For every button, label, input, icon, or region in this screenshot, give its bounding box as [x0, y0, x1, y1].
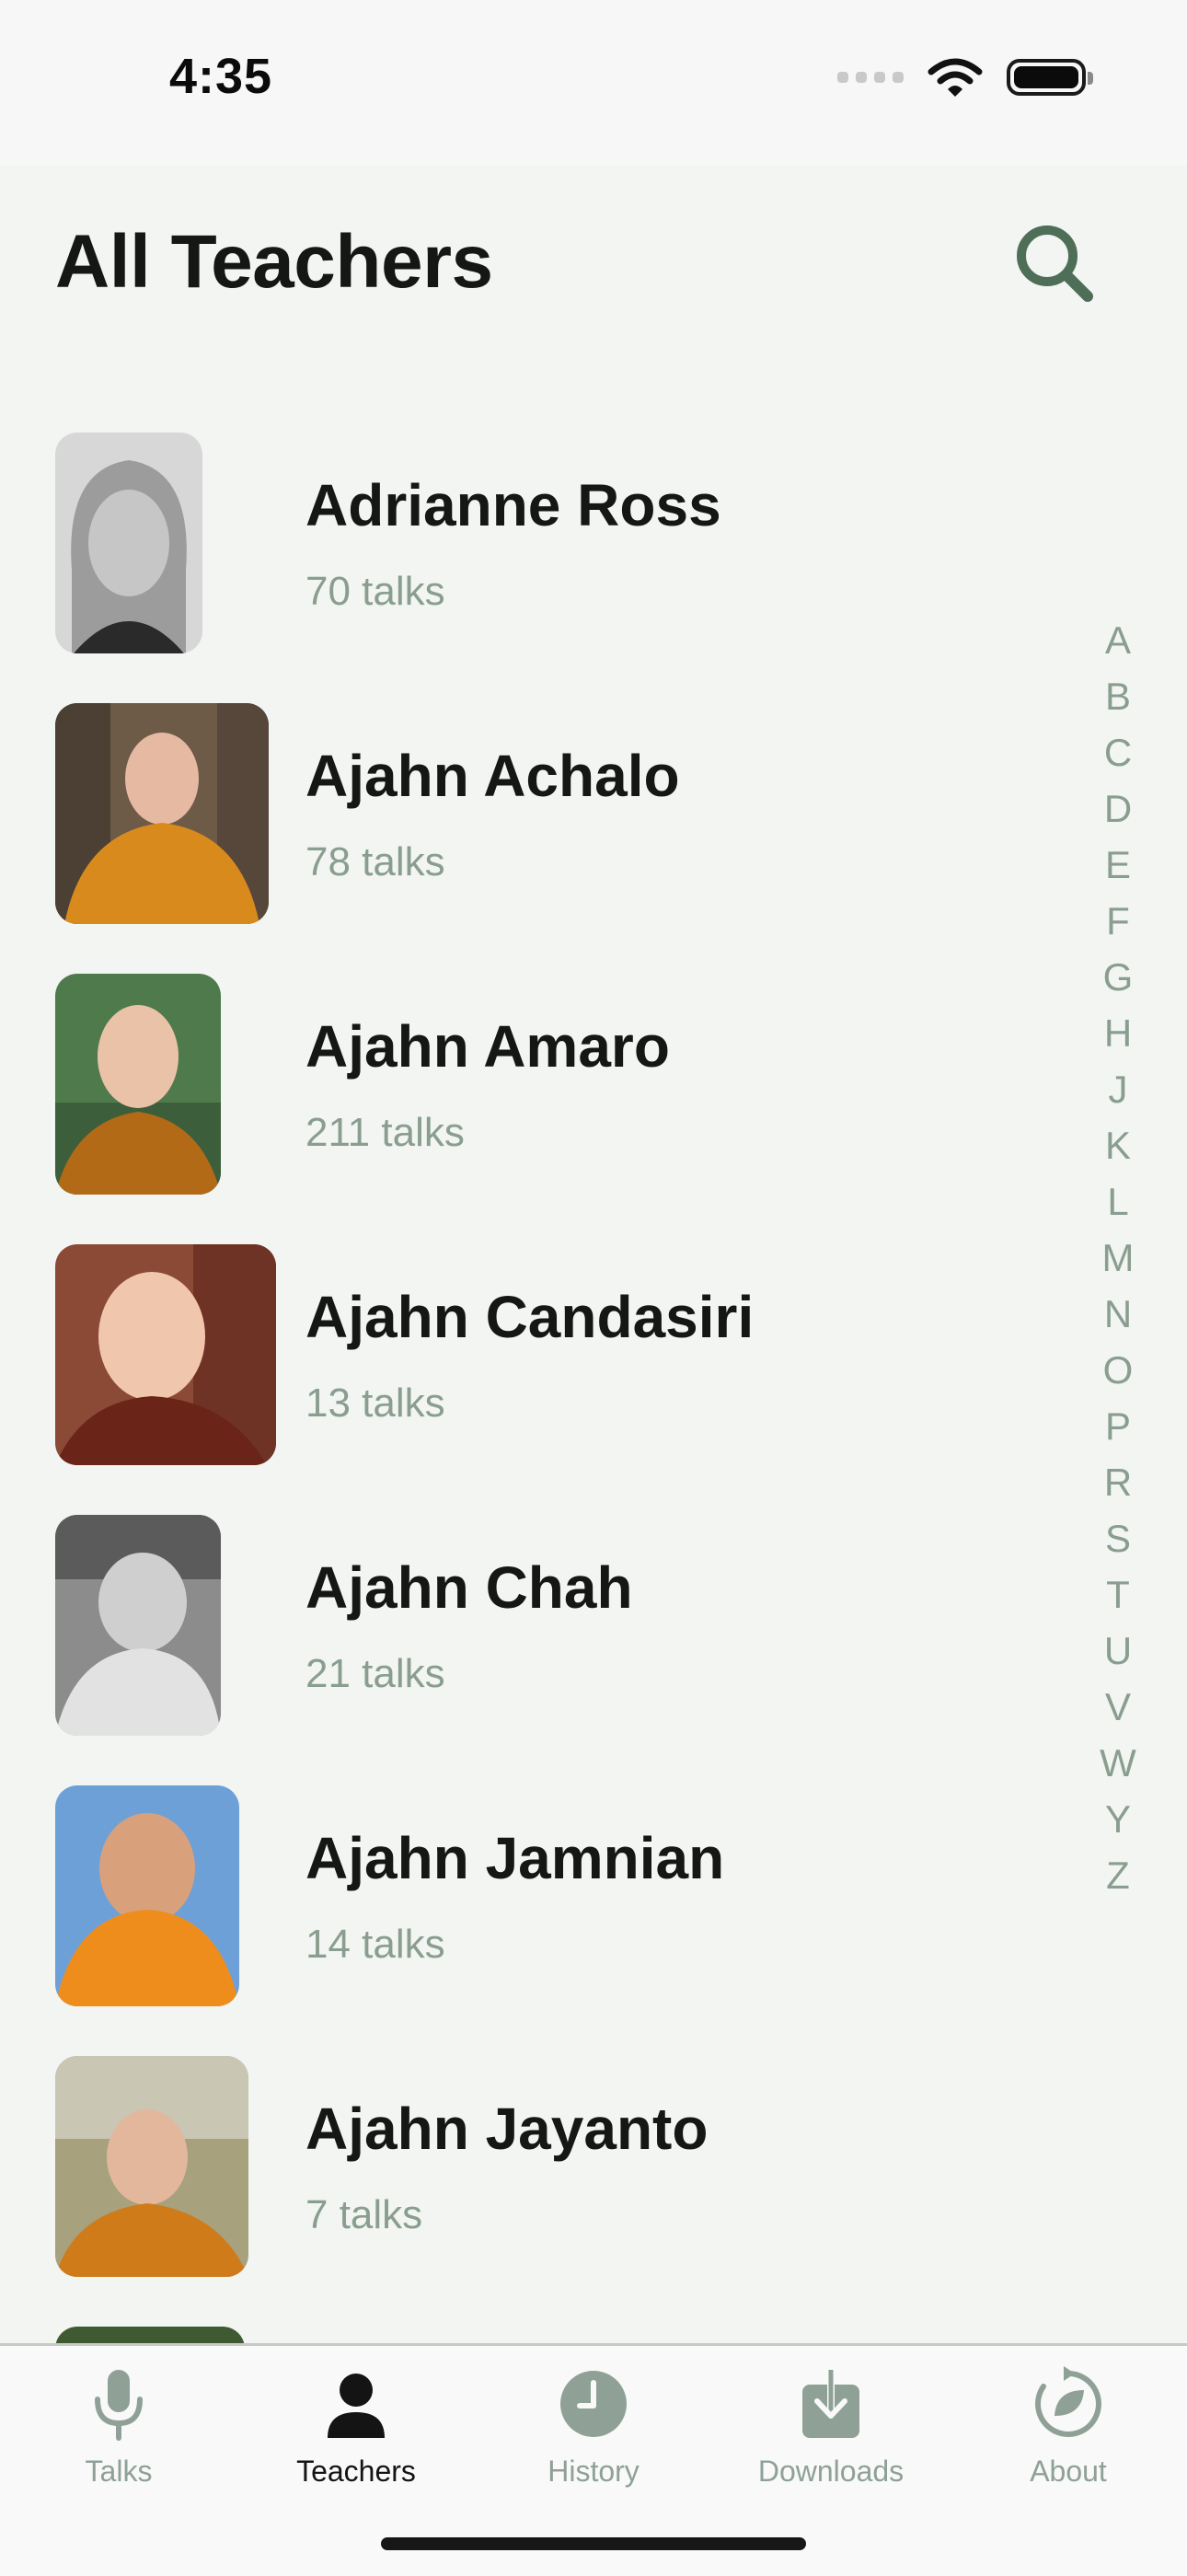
index-letter[interactable]: G	[1095, 949, 1141, 1005]
index-letter[interactable]: D	[1095, 780, 1141, 837]
tab-downloads[interactable]: Downloads	[712, 2362, 950, 2501]
tab-history[interactable]: History	[475, 2362, 712, 2501]
microphone-icon	[95, 2370, 143, 2441]
teacher-avatar	[55, 703, 269, 924]
person-icon	[328, 2374, 385, 2438]
tab-talks[interactable]: Talks	[0, 2362, 237, 2501]
talk-count: 7 talks	[305, 2192, 423, 2237]
teacher-name: Ajahn Jamnian	[305, 1825, 725, 1891]
teacher-avatar	[55, 1244, 276, 1465]
index-letter[interactable]: S	[1095, 1510, 1141, 1566]
index-letter[interactable]: W	[1095, 1735, 1141, 1791]
download-icon	[802, 2368, 859, 2438]
talk-count: 70 talks	[305, 569, 445, 614]
teacher-row[interactable]: Ajahn Jayanto 7 talks	[0, 2054, 1049, 2277]
index-letter[interactable]: R	[1095, 1454, 1141, 1510]
teacher-name: Ajahn Amaro	[305, 1013, 670, 1080]
status-indicators	[837, 57, 1093, 98]
teacher-avatar	[55, 974, 221, 1195]
teacher-row[interactable]: Ajahn Jamnian 14 talks	[0, 1784, 1049, 2006]
index-letter[interactable]: H	[1095, 1005, 1141, 1061]
teacher-avatar	[55, 433, 202, 653]
teacher-avatar	[55, 1785, 239, 2006]
tab-label: Downloads	[757, 2455, 905, 2488]
index-letter[interactable]: B	[1095, 668, 1141, 724]
tab-label: Teachers	[296, 2455, 416, 2488]
talk-count: 14 talks	[305, 1922, 445, 1967]
teacher-avatar	[55, 1515, 221, 1736]
index-letter[interactable]: N	[1095, 1286, 1141, 1342]
talk-count: 21 talks	[305, 1651, 445, 1696]
teacher-row[interactable]: Ajahn Chah 21 talks	[0, 1513, 1049, 1736]
search-icon	[1017, 225, 1093, 302]
teacher-row[interactable]	[0, 2325, 1049, 2345]
index-letter[interactable]: U	[1095, 1623, 1141, 1679]
status-time: 4:35	[169, 49, 273, 104]
teacher-row[interactable]: Ajahn Amaro 211 talks	[0, 972, 1049, 1195]
index-letter[interactable]: L	[1095, 1173, 1141, 1230]
clock-icon	[560, 2371, 627, 2437]
home-indicator	[381, 2537, 806, 2550]
talk-count: 78 talks	[305, 839, 445, 884]
alphabet-index[interactable]: A B C D E F G H J K L M N O P R S T U V …	[1095, 612, 1141, 1903]
teacher-avatar	[55, 2327, 245, 2345]
tab-teachers[interactable]: Teachers	[237, 2362, 475, 2501]
teacher-name: Ajahn Achalo	[305, 743, 680, 809]
tab-about[interactable]: About	[950, 2362, 1187, 2501]
index-letter[interactable]: P	[1095, 1398, 1141, 1454]
cellular-signal-icon	[837, 72, 904, 83]
teacher-name: Ajahn Jayanto	[305, 2096, 709, 2162]
index-letter[interactable]: M	[1095, 1230, 1141, 1286]
tab-label: History	[547, 2455, 640, 2488]
index-letter[interactable]: E	[1095, 837, 1141, 893]
index-letter[interactable]: Y	[1095, 1791, 1141, 1847]
tab-label: Talks	[85, 2455, 153, 2488]
teacher-row[interactable]: Adrianne Ross 70 talks	[0, 431, 1049, 653]
index-letter[interactable]: A	[1095, 612, 1141, 668]
index-letter[interactable]: O	[1095, 1342, 1141, 1398]
status-bar: 4:35	[0, 0, 1187, 166]
index-letter[interactable]: V	[1095, 1679, 1141, 1735]
wifi-icon	[928, 58, 983, 97]
teacher-row[interactable]: Ajahn Candasiri 13 talks	[0, 1242, 1049, 1465]
teacher-name: Ajahn Candasiri	[305, 1284, 755, 1350]
tab-label: About	[1030, 2455, 1107, 2488]
search-button[interactable]	[1010, 219, 1099, 307]
talk-count: 211 talks	[305, 1110, 465, 1155]
index-letter[interactable]: K	[1095, 1117, 1141, 1173]
about-icon	[1035, 2366, 1101, 2437]
teacher-name: Ajahn Chah	[305, 1554, 633, 1621]
page-title: All Teachers	[55, 220, 493, 304]
index-letter[interactable]: Z	[1095, 1847, 1141, 1903]
teacher-name: Adrianne Ross	[305, 472, 721, 538]
talk-count: 13 talks	[305, 1380, 445, 1426]
battery-icon	[1007, 59, 1093, 96]
teacher-row[interactable]: Ajahn Achalo 78 talks	[0, 701, 1049, 924]
index-letter[interactable]: C	[1095, 724, 1141, 780]
teacher-list[interactable]: Adrianne Ross 70 talks Ajahn Achalo 78 t…	[0, 431, 1049, 2345]
index-letter[interactable]: T	[1095, 1566, 1141, 1623]
teacher-avatar	[55, 2056, 248, 2277]
index-letter[interactable]: F	[1095, 893, 1141, 949]
index-letter[interactable]: J	[1095, 1061, 1141, 1117]
